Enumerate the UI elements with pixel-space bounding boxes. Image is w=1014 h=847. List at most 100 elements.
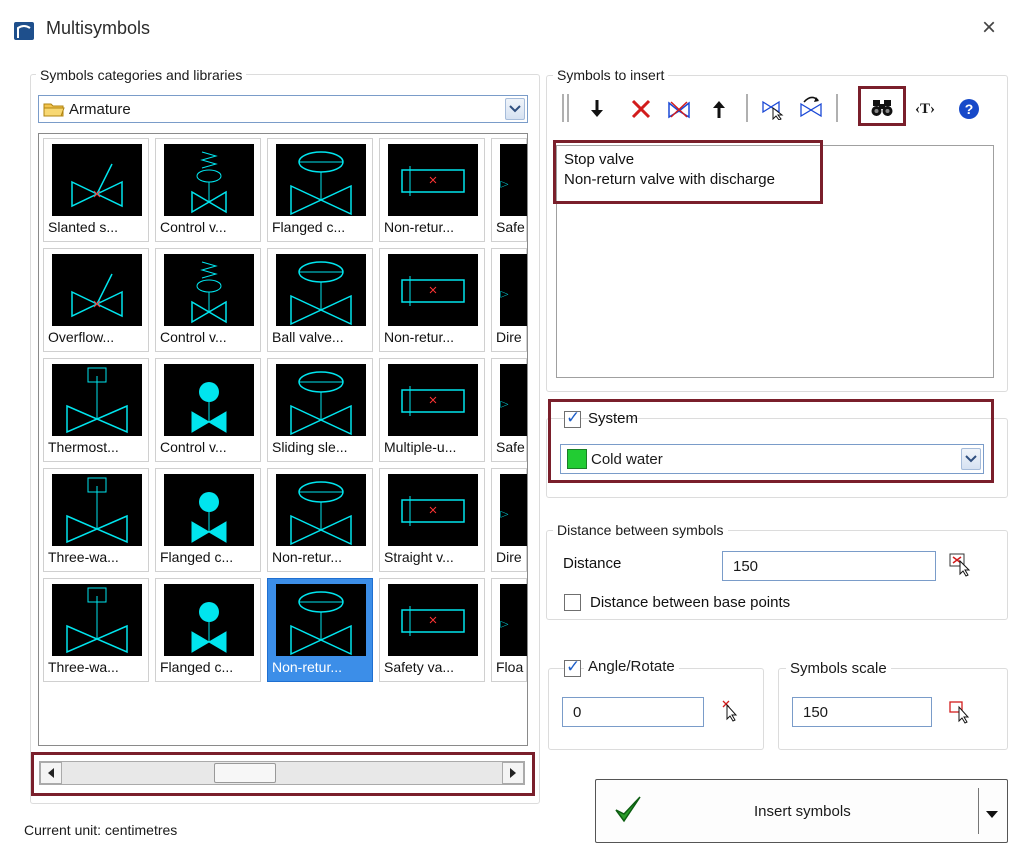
list-item[interactable]: Non-return valve with discharge [564, 170, 775, 190]
window-title: Multisymbols [46, 18, 151, 38]
chevron-down-icon[interactable] [961, 448, 981, 470]
symbol-tile[interactable]: Floa [491, 578, 527, 682]
category-select[interactable]: Armature [38, 95, 528, 123]
scale-label: Symbols scale [786, 660, 891, 678]
angle-label: Angle/Rotate [584, 658, 679, 676]
chevron-down-icon[interactable] [505, 98, 525, 120]
symbol-tile[interactable]: Thermost... [43, 358, 149, 462]
find-icon[interactable] [869, 95, 895, 121]
symbol-tile[interactable]: Non-retur... [267, 578, 373, 682]
insert-toolbar: ‹T› ? [558, 86, 998, 128]
insert-symbols-button[interactable]: Insert symbols [595, 779, 1008, 843]
distance-input[interactable]: 150 [722, 551, 936, 581]
symbols-listbox[interactable]: Slanted s... Control v... Flanged c... Non-… [38, 133, 528, 746]
text-icon[interactable]: ‹T› [912, 96, 938, 122]
scale-input[interactable]: 150 [792, 697, 932, 727]
pick-angle-icon[interactable] [720, 700, 746, 726]
system-checkbox[interactable] [564, 408, 581, 428]
symbol-thumbnail [164, 144, 254, 216]
list-item[interactable]: Stop valve [564, 150, 775, 170]
select-symbol-icon[interactable] [760, 96, 786, 122]
symbol-tile[interactable]: Flanged c... [155, 578, 261, 682]
scroll-right-icon[interactable] [502, 762, 524, 784]
base-points-label: Distance between base points [590, 594, 791, 611]
symbol-caption: Three-wa... [48, 549, 119, 565]
symbol-caption: Overflow... [48, 329, 115, 345]
symbol-tile[interactable]: Ball valve... [267, 248, 373, 352]
symbol-thumbnail [388, 584, 478, 656]
symbol-tile[interactable]: Flanged c... [267, 138, 373, 242]
insert-symbols-label: Insert symbols [754, 803, 851, 820]
symbol-tile[interactable]: Dire [491, 248, 527, 352]
symbol-caption: Flanged c... [160, 549, 234, 565]
symbol-thumbnail [388, 144, 478, 216]
symbol-caption: Three-wa... [48, 659, 119, 675]
symbol-thumbnail [276, 364, 366, 436]
app-icon [14, 22, 34, 40]
scroll-left-icon[interactable] [40, 762, 62, 784]
base-points-checkbox[interactable] [564, 594, 581, 611]
symbol-thumbnail [164, 364, 254, 436]
angle-checkbox[interactable] [564, 657, 581, 677]
replace-symbol-icon[interactable] [798, 94, 824, 120]
symbol-thumbnail [388, 254, 478, 326]
symbol-caption: Floa [496, 659, 524, 675]
toolbar-grip [567, 94, 569, 122]
symbol-caption: Control v... [160, 219, 227, 235]
move-down-icon[interactable] [584, 96, 610, 122]
symbol-caption: Non-retur... [384, 329, 455, 345]
symbol-tile[interactable]: Straight v... [379, 468, 485, 572]
distance-group-label: Distance between symbols [553, 521, 728, 539]
horizontal-scrollbar[interactable] [39, 761, 525, 785]
delete-all-icon[interactable] [666, 96, 692, 122]
symbol-thumbnail [388, 474, 478, 546]
symbol-tile[interactable]: Multiple-u... [379, 358, 485, 462]
move-up-icon[interactable] [706, 96, 732, 122]
symbol-caption: Safe [496, 219, 525, 235]
symbol-tile[interactable]: Non-retur... [379, 248, 485, 352]
symbol-tile[interactable]: Overflow... [43, 248, 149, 352]
delete-icon[interactable] [628, 96, 654, 122]
symbol-tile[interactable]: Slanted s... [43, 138, 149, 242]
symbol-caption: Straight v... [384, 549, 454, 565]
pick-distance-icon[interactable] [948, 552, 974, 578]
pick-scale-icon[interactable] [948, 700, 974, 726]
symbol-thumbnail [164, 474, 254, 546]
symbols-categories-label: Symbols categories and libraries [36, 66, 247, 84]
symbol-tile[interactable]: Control v... [155, 358, 261, 462]
symbol-tile[interactable]: Three-wa... [43, 468, 149, 572]
symbol-caption: Multiple-u... [384, 439, 457, 455]
symbol-tile[interactable]: Non-retur... [379, 138, 485, 242]
folder-icon [43, 101, 65, 121]
symbol-caption: Slanted s... [48, 219, 119, 235]
symbol-caption: Non-retur... [272, 659, 343, 675]
toolbar-grip [562, 94, 564, 122]
symbol-thumbnail [500, 474, 527, 546]
symbol-tile[interactable]: Safe [491, 358, 527, 462]
dropdown-arrow-icon[interactable] [986, 806, 998, 823]
symbol-caption: Ball valve... [272, 329, 344, 345]
system-select[interactable]: Cold water [560, 444, 984, 474]
symbol-caption: Flanged c... [160, 659, 234, 675]
scrollbar-thumb[interactable] [214, 763, 276, 783]
symbol-tile[interactable]: Dire [491, 468, 527, 572]
symbol-tile[interactable]: Safe [491, 138, 527, 242]
symbol-tile[interactable]: Non-retur... [267, 468, 373, 572]
symbol-tile[interactable]: Sliding sle... [267, 358, 373, 462]
symbol-thumbnail [500, 144, 527, 216]
help-icon[interactable]: ? [956, 96, 982, 122]
symbol-tile[interactable]: Safety va... [379, 578, 485, 682]
symbol-caption: Safety va... [384, 659, 455, 675]
system-color-swatch [567, 449, 587, 469]
symbol-thumbnail [276, 144, 366, 216]
angle-input[interactable]: 0 [562, 697, 704, 727]
symbol-caption: Thermost... [48, 439, 119, 455]
symbol-tile[interactable]: Flanged c... [155, 468, 261, 572]
symbol-tile[interactable]: Control v... [155, 138, 261, 242]
symbol-thumbnail [164, 584, 254, 656]
symbol-thumbnail [52, 144, 142, 216]
symbol-caption: Safe [496, 439, 525, 455]
symbol-tile[interactable]: Control v... [155, 248, 261, 352]
symbol-tile[interactable]: Three-wa... [43, 578, 149, 682]
close-icon[interactable]: × [982, 16, 996, 40]
